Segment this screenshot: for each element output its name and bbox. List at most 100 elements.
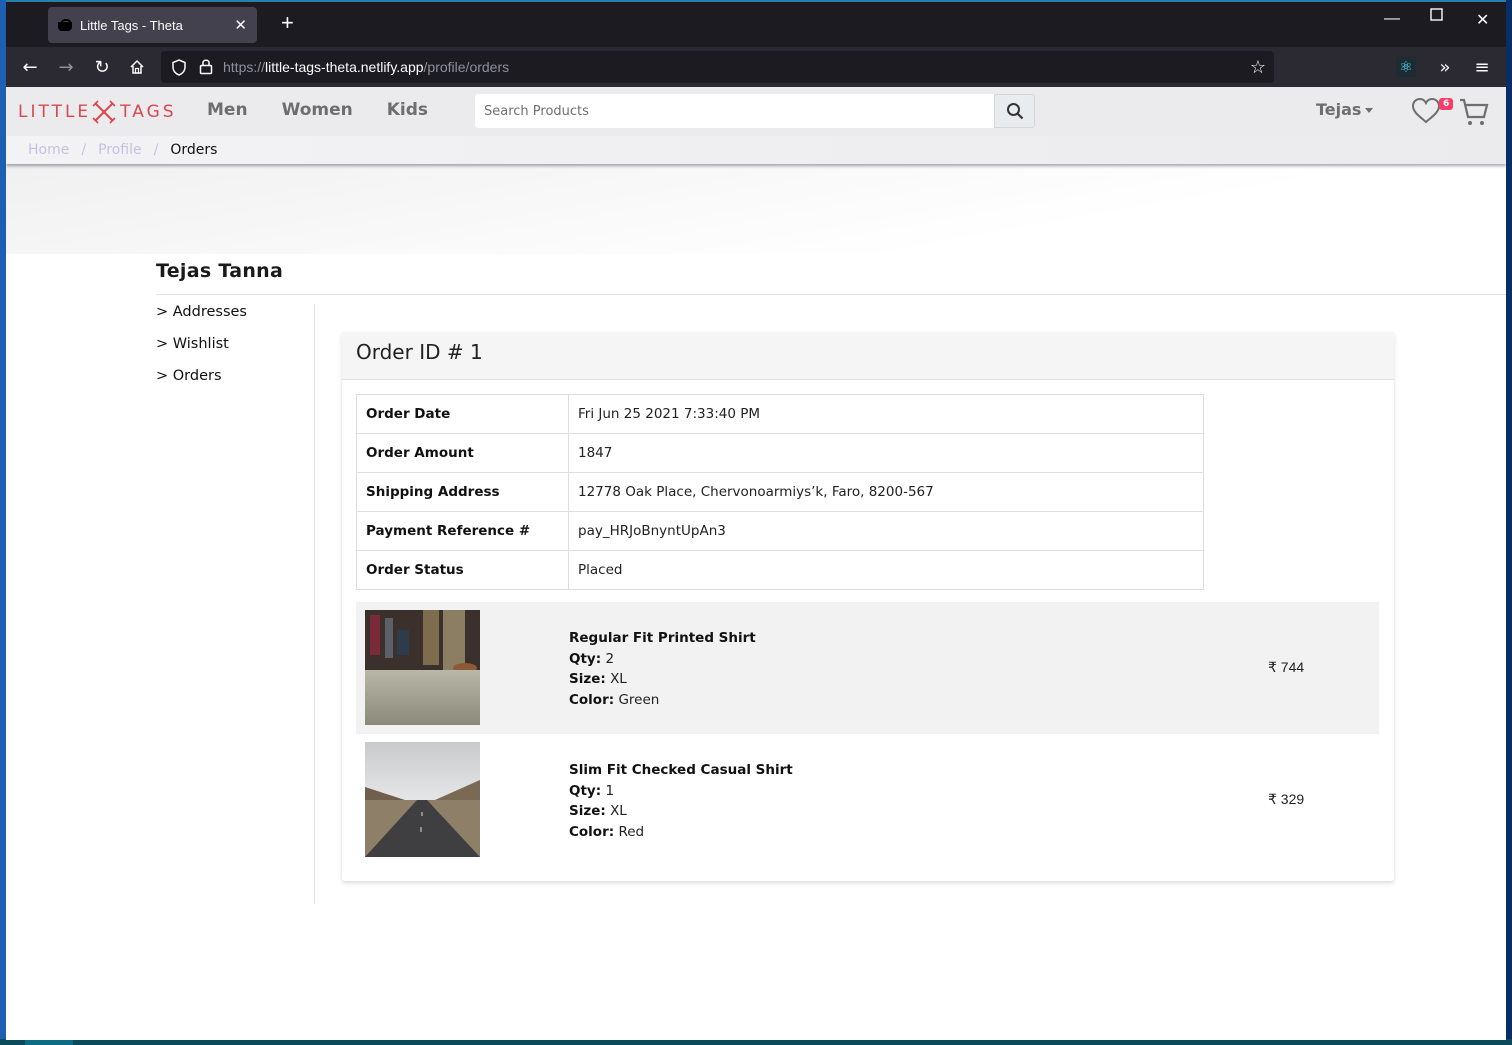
wishlist-count-badge: 6 <box>1439 98 1454 110</box>
url-path: /profile/orders <box>423 59 510 75</box>
qty-label: Qty: <box>569 650 602 667</box>
item-name[interactable]: Regular Fit Printed Shirt <box>569 628 756 649</box>
home-icon[interactable] <box>125 55 149 79</box>
color-value: Green <box>618 692 660 709</box>
search-button[interactable] <box>994 94 1035 128</box>
nav-men[interactable]: Men <box>207 100 248 120</box>
reload-icon[interactable]: ↻ <box>90 55 114 79</box>
breadcrumb: Home / Profile / Orders <box>6 136 1506 164</box>
header-fade <box>6 164 1506 254</box>
tracking-shield-icon[interactable] <box>171 59 187 80</box>
new-tab-button[interactable]: + <box>281 10 294 36</box>
item-price: ₹ 744 <box>1268 659 1305 675</box>
browser-tab[interactable]: Little Tags - Theta ✕ <box>48 7 257 43</box>
detail-label: Order Amount <box>356 433 569 473</box>
sidebar-item-orders[interactable]: > Orders <box>156 368 314 384</box>
detail-value: Fri Jun 25 2021 7:33:40 PM <box>568 394 1204 434</box>
detail-value: Placed <box>568 550 1204 590</box>
product-image[interactable] <box>365 610 480 725</box>
nav-kids[interactable]: Kids <box>387 100 428 120</box>
profile-name: Tejas Tanna <box>156 260 284 282</box>
brand-logo[interactable]: LITTLE TAGS <box>18 100 177 124</box>
shopping-bag-icon <box>58 19 72 31</box>
browser-window: Little Tags - Theta ✕ + — ✕ ← → ↻ https:… <box>6 0 1506 1040</box>
search-icon <box>1006 103 1023 120</box>
address-bar[interactable]: https://little-tags-theta.netlify.app/pr… <box>161 51 1274 83</box>
table-row: Shipping Address 12778 Oak Place, Chervon… <box>356 472 1204 512</box>
cart-button[interactable] <box>1459 97 1489 131</box>
item-price: ₹ 329 <box>1268 791 1305 807</box>
breadcrumb-separator: / <box>153 142 159 158</box>
minimize-icon[interactable]: — <box>1384 10 1400 28</box>
qty-value: 2 <box>605 650 615 667</box>
order-card: Order ID # 1 Order Date Fri Jun 25 2021 7… <box>342 332 1394 881</box>
detail-label: Order Status <box>356 550 569 590</box>
item-qty: Qty: 1 <box>569 781 793 802</box>
overflow-chevrons-icon[interactable]: » <box>1433 55 1457 79</box>
profile-section: Tejas Tanna <box>156 260 1506 295</box>
main-nav: Men Women Kids <box>207 100 462 120</box>
size-value: XL <box>610 671 627 688</box>
search-bar <box>475 94 1035 128</box>
brand-left-text: LITTLE <box>18 102 92 122</box>
heart-icon <box>1411 97 1441 124</box>
tab-title: Little Tags - Theta <box>80 17 183 33</box>
cart-icon <box>1460 98 1489 125</box>
brand-right-text: TAGS <box>120 102 177 122</box>
order-item: Slim Fit Checked Casual Shirt Qty: 1 Siz… <box>356 734 1379 866</box>
lock-icon[interactable] <box>199 58 213 79</box>
caret-down-icon <box>1365 108 1374 113</box>
size-label: Size: <box>569 803 606 820</box>
table-row: Order Amount 1847 <box>356 433 1204 473</box>
order-title: Order ID # 1 <box>342 332 1394 380</box>
react-devtools-icon[interactable]: ⚛ <box>1396 57 1416 77</box>
sidebar-item-wishlist[interactable]: > Wishlist <box>156 336 314 352</box>
wishlist-button[interactable]: 6 <box>1411 97 1454 129</box>
profile-sidebar: > Addresses > Wishlist > Orders <box>156 304 315 904</box>
sidebar-item-addresses[interactable]: > Addresses <box>156 304 314 320</box>
breadcrumb-home[interactable]: Home <box>28 142 69 158</box>
breadcrumb-profile[interactable]: Profile <box>98 142 142 158</box>
crossed-arrows-logo-icon <box>92 100 116 124</box>
table-row: Order Date Fri Jun 25 2021 7:33:40 PM <box>356 394 1204 434</box>
detail-label: Shipping Address <box>356 472 569 512</box>
url-text[interactable]: https://little-tags-theta.netlify.app/pr… <box>223 59 509 75</box>
item-qty: Qty: 2 <box>569 649 756 670</box>
color-label: Color: <box>569 824 615 841</box>
order-item: Regular Fit Printed Shirt Qty: 2 Size: X… <box>356 602 1379 734</box>
detail-value: 12778 Oak Place, Chervonoarmiys’k, Faro,… <box>568 472 1204 512</box>
user-dropdown[interactable]: Tejas <box>1316 100 1374 119</box>
close-window-icon[interactable]: ✕ <box>1476 10 1489 30</box>
item-size: Size: XL <box>569 801 793 822</box>
url-host: little-tags-theta.netlify.app <box>265 59 424 75</box>
profile-divider <box>156 294 1506 295</box>
item-info: Slim Fit Checked Casual Shirt Qty: 1 Siz… <box>569 760 793 843</box>
site-header: LITTLE TAGS Men Women Kids Tejas 6 <box>6 87 1506 164</box>
item-color: Color: Green <box>569 690 756 711</box>
search-input[interactable] <box>475 94 994 128</box>
hamburger-menu-icon[interactable]: ≡ <box>1470 55 1494 79</box>
browser-toolbar: ← → ↻ https://little-tags-theta.netlify.… <box>6 47 1506 87</box>
order-details-table: Order Date Fri Jun 25 2021 7:33:40 PM Ord… <box>356 394 1204 590</box>
table-row: Payment Reference # pay_HRJoBnyntUpAn3 <box>356 511 1204 551</box>
breadcrumb-separator: / <box>81 142 87 158</box>
back-arrow-icon[interactable]: ← <box>18 55 42 79</box>
item-name[interactable]: Slim Fit Checked Casual Shirt <box>569 760 793 781</box>
product-image[interactable] <box>365 742 480 857</box>
user-name: Tejas <box>1316 100 1362 119</box>
color-value: Red <box>618 824 645 841</box>
forward-arrow-icon[interactable]: → <box>54 55 78 79</box>
item-info: Regular Fit Printed Shirt Qty: 2 Size: X… <box>569 628 756 711</box>
bookmark-star-icon[interactable]: ☆ <box>1250 57 1266 78</box>
item-color: Color: Red <box>569 822 793 843</box>
size-label: Size: <box>569 671 606 688</box>
tab-strip: Little Tags - Theta ✕ + — ✕ <box>6 2 1506 47</box>
detail-value: 1847 <box>568 433 1204 473</box>
detail-label: Payment Reference # <box>356 511 569 551</box>
nav-women[interactable]: Women <box>282 100 353 120</box>
item-size: Size: XL <box>569 669 756 690</box>
qty-value: 1 <box>605 782 615 799</box>
size-value: XL <box>610 803 627 820</box>
close-tab-icon[interactable]: ✕ <box>234 16 247 34</box>
maximize-icon[interactable] <box>1430 8 1443 26</box>
